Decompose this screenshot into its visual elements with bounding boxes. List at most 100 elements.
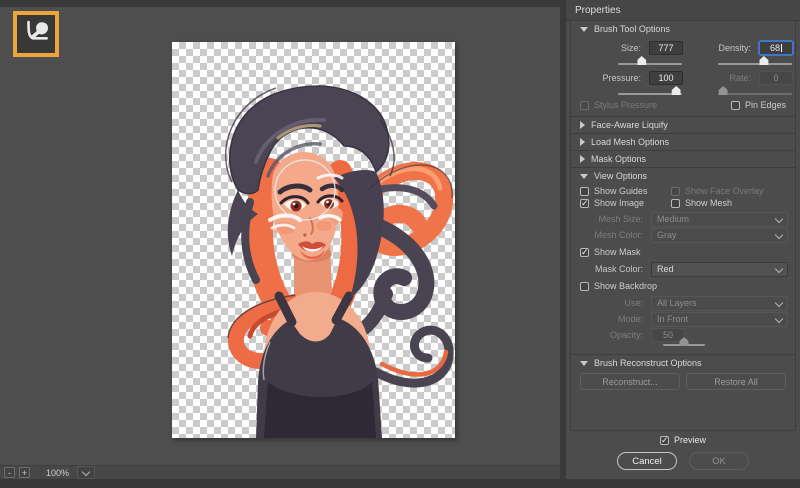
canvas-top-strip xyxy=(0,0,560,7)
canvas-area[interactable]: - + 100% xyxy=(0,0,560,479)
show-backdrop-checkbox-row[interactable]: Show Backdrop xyxy=(580,281,657,291)
panel-body: Brush Tool Options Size: 777 xyxy=(570,20,796,431)
preview-checkbox[interactable] xyxy=(660,436,669,445)
section-header-face-aware-liquify[interactable]: Face-Aware Liquify xyxy=(571,117,795,133)
section-header-brush-reconstruct-options[interactable]: Brush Reconstruct Options xyxy=(571,355,795,371)
show-face-overlay-checkbox-row[interactable]: Show Face Overlay xyxy=(671,186,786,196)
stylus-pressure-checkbox-row[interactable]: Stylus Pressure xyxy=(580,100,657,110)
mesh-color-select[interactable]: Gray xyxy=(651,228,788,243)
density-slider-thumb[interactable] xyxy=(759,56,768,65)
chevron-down-icon xyxy=(775,298,783,306)
zoom-level-dropdown[interactable] xyxy=(77,466,95,479)
use-label: Use: xyxy=(571,298,651,308)
forward-warp-tool-icon xyxy=(21,17,51,52)
liquify-dialog: - + 100% Properties Brush Tool Options S… xyxy=(0,0,800,488)
chevron-down-icon xyxy=(775,214,783,222)
collapse-triangle-icon xyxy=(580,361,588,366)
density-input[interactable]: 68 xyxy=(759,41,793,55)
panel-title: Properties xyxy=(566,0,800,21)
ok-button[interactable]: OK xyxy=(689,452,749,470)
preview-checkbox-row[interactable]: Preview xyxy=(660,435,706,445)
expand-triangle-icon xyxy=(580,155,585,163)
use-select[interactable]: All Layers xyxy=(651,296,788,311)
zoom-in-button[interactable]: + xyxy=(19,467,30,478)
section-brush-reconstruct-options: Brush Reconstruct Options Reconstruct...… xyxy=(571,355,795,398)
section-header-view-options[interactable]: View Options xyxy=(571,168,795,184)
show-mask-checkbox-row[interactable]: Show Mask xyxy=(580,247,641,257)
chevron-down-icon xyxy=(775,314,783,322)
section-face-aware-liquify: Face-Aware Liquify xyxy=(571,117,795,134)
show-face-overlay-checkbox[interactable] xyxy=(671,187,680,196)
rate-slider[interactable] xyxy=(718,93,792,95)
show-guides-checkbox-row[interactable]: Show Guides xyxy=(580,186,671,196)
density-control: Density: 68 xyxy=(686,39,796,69)
chevron-down-icon xyxy=(82,467,90,475)
show-image-checkbox-row[interactable]: Show Image xyxy=(580,198,671,208)
density-slider[interactable] xyxy=(718,63,792,65)
show-image-checkbox[interactable] xyxy=(580,199,589,208)
properties-panel: Properties Brush Tool Options Size: 777 xyxy=(566,0,800,488)
forward-warp-tool-button[interactable] xyxy=(13,11,59,57)
rate-input[interactable]: 0 xyxy=(759,71,793,85)
mesh-size-select[interactable]: Medium xyxy=(651,212,788,227)
section-brush-tool-options: Brush Tool Options Size: 777 xyxy=(571,21,795,117)
pin-edges-checkbox-row[interactable]: Pin Edges xyxy=(731,100,786,110)
pressure-label: Pressure: xyxy=(572,73,649,83)
opacity-label: Opacity: xyxy=(571,330,651,340)
opacity-input[interactable]: 50 xyxy=(651,328,685,342)
section-mask-options: Mask Options xyxy=(571,151,795,168)
mesh-size-label: Mesh Size: xyxy=(571,214,651,224)
opacity-slider[interactable] xyxy=(663,344,705,346)
status-bar: - + 100% xyxy=(0,465,560,479)
density-label: Density: xyxy=(686,43,759,53)
panel-footer: Preview Cancel OK xyxy=(566,431,800,479)
mask-color-row: Mask Color: Red xyxy=(571,262,788,276)
document-canvas[interactable] xyxy=(172,42,455,438)
section-load-mesh-options: Load Mesh Options xyxy=(571,134,795,151)
size-control: Size: 777 xyxy=(572,39,686,69)
pressure-slider-thumb[interactable] xyxy=(672,86,681,95)
size-slider[interactable] xyxy=(618,63,682,65)
cancel-button[interactable]: Cancel xyxy=(617,452,677,470)
collapse-triangle-icon xyxy=(580,174,588,179)
show-backdrop-checkbox[interactable] xyxy=(580,282,589,291)
size-slider-thumb[interactable] xyxy=(637,56,646,65)
opacity-row: Opacity: 50 xyxy=(571,328,788,342)
text-cursor xyxy=(781,44,782,52)
section-header-mask-options[interactable]: Mask Options xyxy=(571,151,795,167)
pressure-control: Pressure: 100 xyxy=(572,69,686,99)
section-view-options: View Options Show Guides Show Face Overl… xyxy=(571,168,795,355)
zoom-level-value: 100% xyxy=(46,468,69,478)
mode-select[interactable]: In Front xyxy=(651,312,788,327)
section-header-load-mesh-options[interactable]: Load Mesh Options xyxy=(571,134,795,150)
chevron-down-icon xyxy=(775,264,783,272)
mode-row: Mode: In Front xyxy=(571,312,788,326)
show-mesh-checkbox-row[interactable]: Show Mesh xyxy=(671,198,786,208)
chevron-down-icon xyxy=(775,230,783,238)
artwork-illustration xyxy=(172,42,455,438)
rate-control: Rate: 0 xyxy=(686,69,796,99)
expand-triangle-icon xyxy=(580,121,585,129)
zoom-out-button[interactable]: - xyxy=(4,467,15,478)
pressure-input[interactable]: 100 xyxy=(649,71,683,85)
mask-color-select[interactable]: Red xyxy=(651,262,788,277)
use-row: Use: All Layers xyxy=(571,296,788,310)
pressure-slider[interactable] xyxy=(618,93,682,95)
rate-label: Rate: xyxy=(686,73,759,83)
stylus-pressure-checkbox[interactable] xyxy=(580,101,589,110)
show-guides-checkbox[interactable] xyxy=(580,187,589,196)
size-label: Size: xyxy=(572,43,649,53)
collapse-triangle-icon xyxy=(580,27,588,32)
restore-all-button[interactable]: Restore All xyxy=(686,373,786,390)
mask-color-label: Mask Color: xyxy=(571,264,651,274)
section-header-brush-tool-options[interactable]: Brush Tool Options xyxy=(571,21,795,37)
expand-triangle-icon xyxy=(580,138,585,146)
mesh-size-row: Mesh Size: Medium xyxy=(571,212,788,226)
pin-edges-checkbox[interactable] xyxy=(731,101,740,110)
rate-slider-thumb[interactable] xyxy=(719,86,728,95)
show-mask-checkbox[interactable] xyxy=(580,248,589,257)
show-mesh-checkbox[interactable] xyxy=(671,199,680,208)
panel-empty-space xyxy=(571,398,795,430)
size-input[interactable]: 777 xyxy=(649,41,683,55)
reconstruct-button[interactable]: Reconstruct... xyxy=(580,373,680,390)
